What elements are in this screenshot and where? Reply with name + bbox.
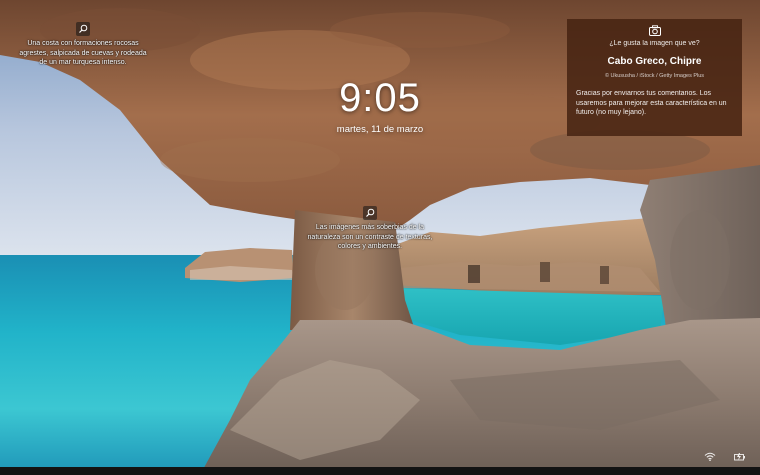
- image-credit: © Ukususha / iStock / Getty Images Plus: [604, 73, 705, 79]
- bottom-edge: [0, 467, 760, 475]
- image-info-card[interactable]: ¿Le gusta la imagen que ve? Cabo Greco, …: [567, 19, 742, 136]
- lock-screen[interactable]: Una costa con formaciones rocosas agrest…: [0, 0, 760, 475]
- feedback-thanks: Gracias por enviarnos tus comentarios. L…: [576, 90, 727, 116]
- hotspot-coast[interactable]: Una costa con formaciones rocosas agrest…: [18, 22, 148, 68]
- hotspot-text: Las imágenes más soberbias de la natural…: [307, 224, 433, 250]
- hotspot-nature[interactable]: Las imágenes más soberbias de la natural…: [306, 206, 434, 252]
- camera-icon[interactable]: [648, 25, 661, 36]
- hotspot-text: Una costa con formaciones rocosas agrest…: [19, 40, 147, 66]
- lock-clock: 9:05 martes, 11 de marzo: [300, 76, 460, 135]
- battery-charging-icon[interactable]: [734, 452, 746, 461]
- magnifier-icon[interactable]: [363, 206, 377, 220]
- magnifier-icon[interactable]: [76, 22, 90, 36]
- clock-time: 9:05: [339, 76, 421, 120]
- clock-date: martes, 11 de marzo: [336, 124, 424, 135]
- feedback-question[interactable]: ¿Le gusta la imagen que ve?: [576, 40, 733, 47]
- image-location-title: Cabo Greco, Chipre: [607, 56, 702, 67]
- wifi-icon[interactable]: [704, 452, 716, 461]
